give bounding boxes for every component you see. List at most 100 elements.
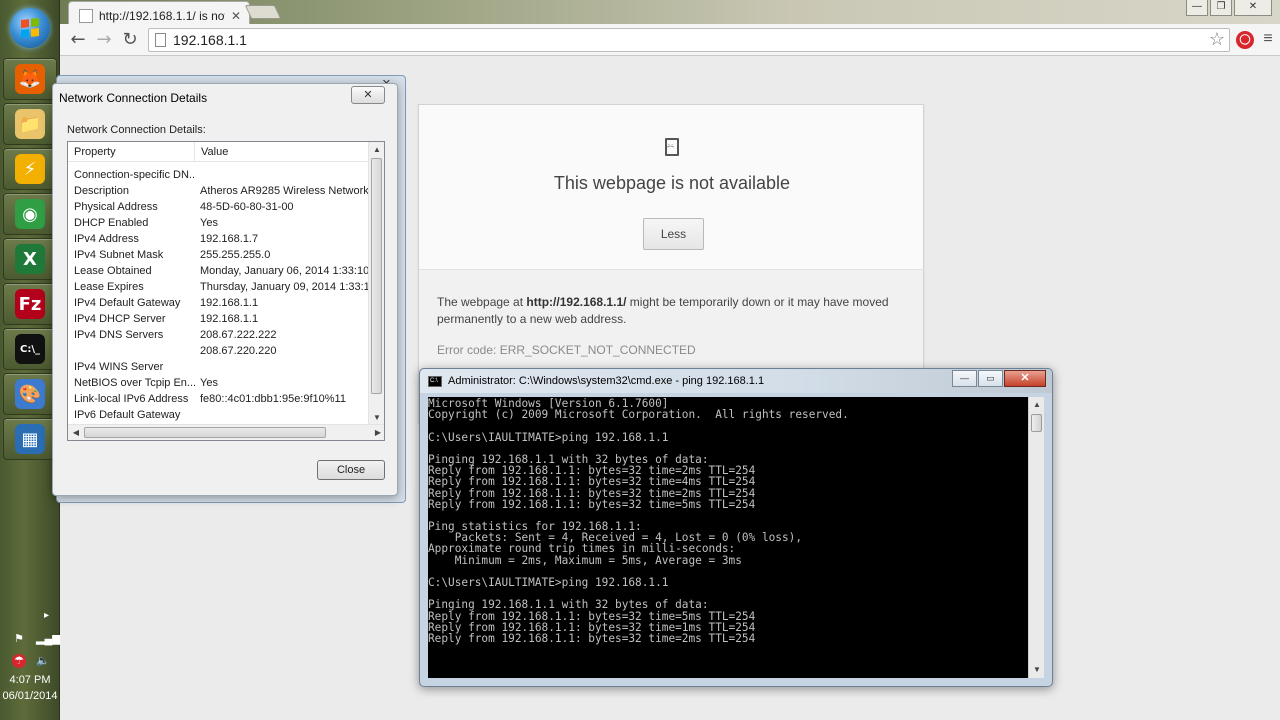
minimize-button[interactable]: — [1186, 0, 1208, 16]
clock-date[interactable]: 06/01/2014 [0, 690, 60, 702]
scroll-up-icon[interactable]: ▲ [1029, 397, 1045, 413]
value-cell: 208.67.222.222 [200, 329, 277, 341]
bookmark-star-icon[interactable]: ☆ [1209, 29, 1225, 50]
value-cell: 255.255.255.0 [200, 249, 271, 261]
list-item[interactable]: NetBIOS over Tcpip En... Yes [68, 375, 370, 391]
scroll-right-icon[interactable]: ▶ [370, 425, 384, 440]
list-item[interactable]: Connection-specific DN... [68, 167, 370, 183]
scroll-down-icon[interactable]: ▼ [1029, 662, 1045, 678]
page-favicon-icon [79, 8, 93, 23]
value-cell: 192.168.1.1 [200, 313, 259, 325]
scroll-up-icon[interactable]: ▲ [369, 142, 384, 158]
cmd-title: Administrator: C:\Windows\system32\cmd.e… [448, 375, 765, 387]
extension-icon[interactable]: ◯ [1236, 31, 1254, 49]
paint-icon: 🎨 [15, 379, 45, 409]
libraries-icon: 📁 [15, 109, 45, 139]
scroll-thumb[interactable] [1031, 414, 1042, 432]
scroll-thumb[interactable] [371, 158, 382, 394]
cmd-minimize-button[interactable]: — [952, 370, 977, 387]
url-text[interactable]: 192.168.1.1 [173, 32, 247, 48]
property-cell: DHCP Enabled [74, 217, 149, 229]
scroll-thumb-horizontal[interactable] [84, 427, 326, 438]
property-cell: IPv6 Default Gateway [74, 409, 181, 421]
network-signal-icon[interactable]: ▂▄▆ [36, 632, 61, 646]
list-item[interactable]: IPv4 WINS Server [68, 359, 370, 375]
list-item[interactable]: IPv4 Default Gateway 192.168.1.1 [68, 295, 370, 311]
restore-button[interactable]: ❐ [1210, 0, 1232, 16]
cmd-console[interactable]: Microsoft Windows [Version 6.1.7600] Copy… [428, 397, 1028, 678]
list-item[interactable]: Description Atheros AR9285 Wireless Netwo… [68, 183, 370, 199]
chrome-menu-icon[interactable]: ≡ [1260, 29, 1276, 49]
tab-close-icon[interactable]: ✕ [231, 9, 241, 23]
list-item[interactable]: IPv4 Subnet Mask 255.255.255.0 [68, 247, 370, 263]
list-item[interactable]: Lease Expires Thursday, January 09, 2014 … [68, 279, 370, 295]
console-line: Reply from 192.168.1.1: bytes=32 time=2m… [428, 631, 756, 645]
list-item[interactable]: IPv4 DNS Servers 208.67.222.222 [68, 327, 370, 343]
sad-page-icon [665, 138, 679, 156]
start-button[interactable] [10, 8, 50, 48]
property-cell [68, 343, 195, 359]
desc-url: http://192.168.1.1/ [526, 295, 627, 309]
antivirus-icon[interactable]: ☂ [12, 654, 26, 668]
property-cell: Physical Address [74, 201, 158, 213]
value-cell: 48-5D-60-80-31-00 [200, 201, 294, 213]
value-cell [195, 407, 370, 423]
list-item[interactable]: DHCP Enabled Yes [68, 215, 370, 231]
taskbar-app-control-panel[interactable]: ▦ [3, 418, 57, 460]
page-icon [155, 33, 166, 47]
property-cell: IPv4 DHCP Server [74, 313, 166, 325]
new-tab-button[interactable] [244, 5, 282, 19]
column-header-value[interactable]: Value [195, 142, 370, 161]
show-hidden-icons-arrow[interactable]: ▸ [44, 610, 49, 621]
close-button[interactable]: Close [317, 460, 385, 480]
cmd-maximize-button[interactable]: ▭ [978, 370, 1003, 387]
address-bar[interactable]: 192.168.1.1 ☆ [148, 28, 1230, 52]
error-code: Error code: ERR_SOCKET_NOT_CONNECTED [437, 343, 696, 357]
value-cell: Atheros AR9285 Wireless Network Ad [200, 185, 370, 197]
desc-prefix: The webpage at [437, 295, 527, 309]
volume-icon[interactable]: 🔈 [36, 654, 50, 668]
vertical-scrollbar[interactable]: ▲ ▼ [368, 142, 384, 426]
console-line: C:\Users\IAULTIMATE>ping 192.168.1.1 [428, 430, 669, 444]
list-item[interactable]: Link-local IPv6 Address fe80::4c01:dbb1:9… [68, 391, 370, 407]
scroll-left-icon[interactable]: ◀ [68, 425, 84, 440]
property-cell: Connection-specific DN... [74, 169, 195, 181]
horizontal-scrollbar[interactable]: ◀ ▶ [68, 424, 384, 440]
list-item[interactable]: IPv4 DHCP Server 192.168.1.1 [68, 311, 370, 327]
forward-arrow-icon[interactable]: → [92, 28, 116, 52]
taskbar: 🦊 📁 ⚡ ◉ X Fz C:\_ 🎨 ▦ ▸ ⚑ ▂▄▆ ☂ 🔈 4:07 PM 06/01/… [0, 0, 61, 720]
action-center-icon[interactable]: ⚑ [12, 632, 26, 646]
list-item[interactable]: IPv6 Default Gateway [68, 407, 370, 423]
value-cell: Yes [200, 217, 218, 229]
clock-time[interactable]: 4:07 PM [0, 674, 60, 686]
list-item[interactable]: IPv4 Address 192.168.1.7 [68, 231, 370, 247]
console-line: Minimum = 2ms, Maximum = 5ms, Average = … [428, 553, 742, 567]
network-connection-details-dialog: Network Connection Details ✕ Network Con… [52, 83, 398, 496]
back-arrow-icon[interactable]: ← [66, 28, 90, 52]
list-item[interactable]: 208.67.220.220 [68, 343, 370, 359]
dialog-title: Network Connection Details [59, 91, 208, 105]
less-button[interactable]: Less [643, 218, 704, 250]
console-line: Reply from 192.168.1.1: bytes=32 time=5m… [428, 497, 756, 511]
taskbar-app-filezilla[interactable]: Fz [3, 283, 57, 325]
list-item[interactable]: Lease Obtained Monday, January 06, 2014 1… [68, 263, 370, 279]
list-item[interactable]: Physical Address 48-5D-60-80-31-00 [68, 199, 370, 215]
cmd-close-button[interactable]: ✕ [1004, 370, 1046, 387]
browser-tab[interactable]: http://192.168.1.1/ is not a ✕ [68, 1, 250, 25]
dialog-close-icon[interactable]: ✕ [351, 86, 385, 104]
cmd-titlebar[interactable]: C:\ Administrator: C:\Windows\system32\c… [420, 369, 1052, 393]
taskbar-app-excel[interactable]: X [3, 238, 57, 280]
column-header-property[interactable]: Property [68, 142, 195, 161]
browser-toolbar: ← → ↻ 192.168.1.1 ☆ ◯ ≡ [60, 24, 1280, 56]
cmd-scrollbar[interactable]: ▲ ▼ [1028, 397, 1044, 678]
taskbar-app-paint[interactable]: 🎨 [3, 373, 57, 415]
taskbar-app-chrome[interactable]: ◉ [3, 193, 57, 235]
value-cell: Monday, January 06, 2014 1:33:10 PM [200, 265, 370, 277]
taskbar-app-firefox[interactable]: 🦊 [3, 58, 57, 100]
taskbar-app-cmd[interactable]: C:\_ [3, 328, 57, 370]
details-listview[interactable]: Property Value Connection-specific DN...… [67, 141, 385, 441]
reload-icon[interactable]: ↻ [118, 28, 142, 52]
taskbar-app-libraries[interactable]: 📁 [3, 103, 57, 145]
close-window-button[interactable]: ✕ [1234, 0, 1272, 16]
taskbar-app-winamp[interactable]: ⚡ [3, 148, 57, 190]
